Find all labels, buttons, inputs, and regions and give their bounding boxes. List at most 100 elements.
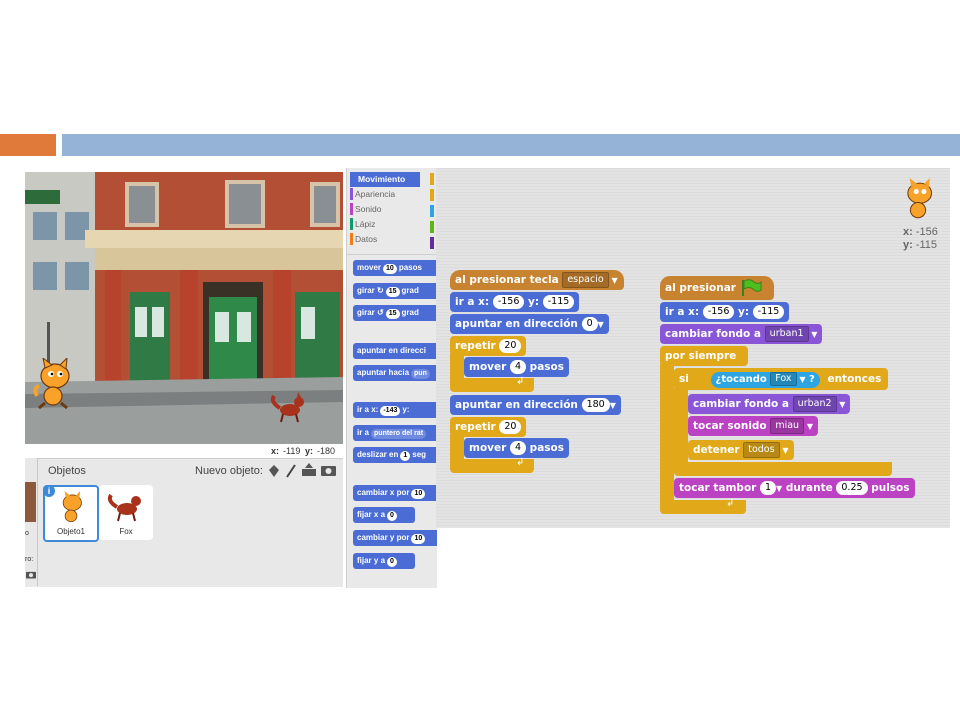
palette-block-girar-izquierda[interactable]: girar ↺ 15 grad xyxy=(353,305,437,321)
category-swatch-operadores[interactable] xyxy=(430,221,434,233)
palette-block-apuntar-direccion[interactable]: apuntar en direcci xyxy=(353,343,437,359)
block-if[interactable]: si ¿tocando Fox ▼ ? entonces xyxy=(674,368,888,390)
sprite-name-objeto1: Objeto1 xyxy=(56,527,86,536)
drum-input[interactable]: 1 xyxy=(760,481,777,495)
block-text: y: xyxy=(738,306,750,318)
script-area[interactable]: x: -156 y: -115 al presionar tecla espac… xyxy=(436,168,950,528)
y-input[interactable]: -115 xyxy=(542,295,575,309)
steps-input[interactable]: 4 xyxy=(509,441,527,455)
block-input[interactable]: 0 xyxy=(387,511,397,521)
category-swatch-mas-bloques[interactable] xyxy=(430,237,434,249)
block-input[interactable]: 15 xyxy=(385,287,400,297)
block-input[interactable]: 1 xyxy=(400,451,411,461)
block-input[interactable]: 10 xyxy=(383,264,397,274)
block-dropdown[interactable]: puntero del rat xyxy=(371,429,427,439)
category-sonido[interactable]: Sonido xyxy=(347,202,437,217)
block-switch-backdrop-2[interactable]: cambiar fondo a urban2 ▼ xyxy=(688,394,851,414)
block-goto-xy-2[interactable]: ir a x: -156 y: -115 xyxy=(660,302,790,322)
palette-block-fijar-x[interactable]: fijar x a0 xyxy=(353,507,415,523)
block-repeat-2[interactable]: repetir 20 xyxy=(450,417,527,437)
repeat-count-input[interactable]: 20 xyxy=(499,420,522,434)
direction-input[interactable]: 0 xyxy=(581,317,598,331)
category-apariencia[interactable]: Apariencia xyxy=(347,187,437,202)
x-input[interactable]: -156 xyxy=(702,305,735,319)
hat-when-key-pressed[interactable]: al presionar tecla espacio ▼ xyxy=(450,270,624,290)
stage-thumbnail[interactable] xyxy=(25,482,36,522)
palette-block-deslizar[interactable]: deslizar en 1 seg xyxy=(353,447,437,463)
palette-block-ir-a[interactable]: ir a puntero del rat xyxy=(353,425,437,441)
x-input[interactable]: -156 xyxy=(492,295,525,309)
block-text: girar xyxy=(357,308,375,317)
block-switch-backdrop-1[interactable]: cambiar fondo a urban1 ▼ xyxy=(660,324,823,344)
palette-block-cambiar-x[interactable]: cambiar x por 10 xyxy=(353,485,437,501)
block-text: ir a x: xyxy=(357,405,379,414)
palette-block-apuntar-hacia[interactable]: apuntar hacia pun xyxy=(353,365,437,381)
y-input[interactable]: -115 xyxy=(752,305,785,319)
block-input[interactable]: 0 xyxy=(387,557,397,567)
cat-sprite[interactable] xyxy=(33,358,73,410)
block-text: y: xyxy=(528,296,540,308)
choose-sprite-icon[interactable] xyxy=(267,464,281,478)
paint-sprite-icon[interactable] xyxy=(285,463,297,478)
block-goto-xy-1[interactable]: ir a x: -156 y: -115 xyxy=(450,292,580,312)
touching-dropdown[interactable]: Fox xyxy=(770,372,797,386)
category-swatch-control[interactable] xyxy=(430,189,434,201)
block-input[interactable]: 10 xyxy=(411,489,426,499)
repeat-count-input[interactable]: 20 xyxy=(499,339,522,353)
block-input[interactable]: 15 xyxy=(385,309,400,319)
block-forever[interactable]: por siempre xyxy=(660,346,748,366)
category-swatch-eventos[interactable] xyxy=(430,173,434,185)
stage[interactable] xyxy=(25,172,343,444)
palette-block-girar-derecha[interactable]: girar ↻ 15 grad xyxy=(353,283,437,299)
block-text: mover xyxy=(357,263,382,272)
direction-input[interactable]: 180 xyxy=(581,398,610,412)
block-dropdown[interactable]: pun xyxy=(411,369,430,379)
backdrop-dropdown[interactable]: urban2 xyxy=(792,396,837,412)
block-play-sound[interactable]: tocar sonido miau ▼ xyxy=(688,416,818,436)
block-stop[interactable]: detener todos ▼ xyxy=(688,440,794,460)
block-play-drum[interactable]: tocar tambor 1 ▼ durante 0.25 pulsos xyxy=(674,478,915,498)
category-movimiento[interactable]: Movimiento xyxy=(350,172,420,187)
block-move-2[interactable]: mover 4 pasos xyxy=(464,438,569,458)
block-text: girar xyxy=(357,286,375,295)
steps-input[interactable]: 4 xyxy=(509,360,527,374)
palette-block-fijar-y[interactable]: fijar y a0 xyxy=(353,553,415,569)
palette-block-mover[interactable]: mover 10 pasos xyxy=(353,260,437,276)
beats-input[interactable]: 0.25 xyxy=(836,481,868,495)
block-text: cambiar x por xyxy=(357,488,410,497)
key-dropdown[interactable]: espacio xyxy=(562,272,609,288)
category-datos[interactable]: Datos xyxy=(347,232,437,247)
category-label: Datos xyxy=(355,234,378,244)
hat-when-flag-clicked[interactable]: al presionar xyxy=(660,276,774,300)
upload-sprite-icon[interactable] xyxy=(301,463,317,477)
block-text: mover xyxy=(469,442,507,454)
backdrop-dropdown[interactable]: urban1 xyxy=(764,326,809,342)
sprite-thumb-objeto1[interactable]: i Objeto1 xyxy=(43,485,99,542)
sound-dropdown[interactable]: miau xyxy=(770,418,805,434)
block-text: repetir xyxy=(455,340,496,352)
sprite-name-fox: Fox xyxy=(119,527,133,536)
fox-sprite[interactable] xyxy=(270,392,308,424)
block-text: y: xyxy=(402,405,410,414)
palette-block-ir-a-xy[interactable]: ir a x: -143 y: xyxy=(353,402,437,418)
block-input[interactable]: 10 xyxy=(411,534,426,544)
block-move-1[interactable]: mover 4 pasos xyxy=(464,357,569,377)
stop-dropdown[interactable]: todos xyxy=(743,442,780,458)
camera-backdrop-icon[interactable] xyxy=(26,570,36,579)
sprite-thumb-fox[interactable]: Fox xyxy=(99,485,153,540)
loop-arrow-icon: ↲ xyxy=(726,498,735,509)
category-swatch xyxy=(350,233,353,245)
block-point-direction-2[interactable]: apuntar en dirección 180 ▼ xyxy=(450,395,621,415)
category-lapiz[interactable]: Lápiz xyxy=(347,217,437,232)
category-swatch-sensores[interactable] xyxy=(430,205,434,217)
block-text: detener xyxy=(693,444,740,456)
info-icon[interactable]: i xyxy=(43,485,55,497)
block-input[interactable]: -143 xyxy=(380,406,401,416)
block-point-direction-1[interactable]: apuntar en dirección 0 ▼ xyxy=(450,314,609,334)
palette-block-cambiar-y[interactable]: cambiar y por 10 xyxy=(353,530,437,546)
loop-arrow-icon: ↲ xyxy=(516,376,525,387)
cat-thumbnail-icon xyxy=(62,491,82,523)
camera-sprite-icon[interactable] xyxy=(321,464,336,476)
block-touching[interactable]: ¿tocando Fox ▼ ? xyxy=(710,372,820,388)
block-repeat-1[interactable]: repetir 20 xyxy=(450,336,527,356)
